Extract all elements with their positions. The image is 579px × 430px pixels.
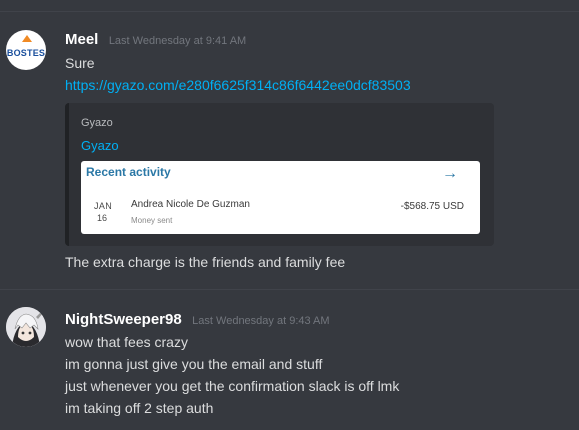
message-text: Sure bbox=[65, 55, 95, 71]
username[interactable]: NightSweeper98 bbox=[65, 311, 182, 328]
card-heading: Recent activity bbox=[86, 165, 171, 179]
timestamp[interactable]: Last Wednesday at 9:43 AM bbox=[192, 315, 329, 327]
message-divider bbox=[0, 289, 579, 290]
card-amount: -$568.75 USD bbox=[400, 201, 464, 212]
username[interactable]: Meel bbox=[65, 31, 98, 48]
card-recipient-name: Andrea Nicole De Guzman bbox=[131, 199, 250, 210]
message-text: wow that fees crazy bbox=[65, 334, 188, 350]
embed-provider[interactable]: Gyazo bbox=[81, 117, 113, 129]
message-text: im taking off 2 step auth bbox=[65, 400, 214, 416]
message-link[interactable]: https://gyazo.com/e280f6625f314c86f6442e… bbox=[65, 77, 411, 93]
anime-avatar-icon[interactable] bbox=[6, 307, 46, 347]
message-text: The extra charge is the friends and fami… bbox=[65, 254, 346, 270]
avatar-logo-text: BOSTES bbox=[6, 48, 46, 58]
timestamp[interactable]: Last Wednesday at 9:41 AM bbox=[109, 35, 246, 47]
card-day: 16 bbox=[97, 213, 108, 223]
card-subtitle: Money sent bbox=[131, 216, 173, 225]
message-header: NightSweeper98 Last Wednesday at 9:43 AM bbox=[65, 311, 330, 329]
card-month: JAN bbox=[94, 201, 113, 211]
link-embed: Gyazo Gyazo Recent activity → JAN 16 And… bbox=[65, 103, 494, 246]
logo-hat-mark bbox=[22, 35, 32, 42]
embed-image[interactable]: Recent activity → JAN 16 Andrea Nicole D… bbox=[81, 161, 480, 234]
message-text: just whenever you get the confirmation s… bbox=[65, 378, 400, 394]
top-divider bbox=[0, 11, 579, 12]
message-text: im gonna just give you the email and stu… bbox=[65, 356, 323, 372]
bostes-logo-icon[interactable]: BOSTES bbox=[6, 30, 46, 70]
embed-title[interactable]: Gyazo bbox=[81, 138, 119, 153]
message-header: Meel Last Wednesday at 9:41 AM bbox=[65, 31, 246, 49]
arrow-right-icon: → bbox=[442, 165, 458, 182]
anime-avatar-art bbox=[6, 307, 46, 347]
